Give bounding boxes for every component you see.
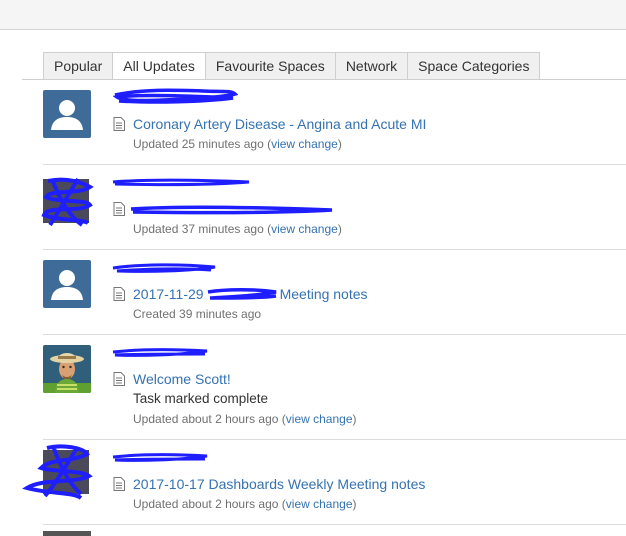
tab-space-categories[interactable]: Space Categories — [407, 52, 541, 80]
page-title[interactable]: 2017-10-17 Dashboards Weekly Meeting not… — [133, 476, 425, 492]
page-link[interactable]: Welcome Scott! — [113, 369, 231, 389]
page-title[interactable]: Coronary Artery Disease - Angina and Acu… — [133, 116, 426, 132]
page-title[interactable]: Welcome Scott! — [133, 371, 231, 387]
update-meta: Updated 37 minutes ago (view change) — [133, 222, 342, 236]
tab-network[interactable]: Network — [334, 52, 408, 80]
redacted-author-name — [112, 348, 208, 357]
page-icon — [113, 477, 125, 491]
task-status: Task marked complete — [133, 391, 269, 406]
redacted-avatar[interactable] — [38, 175, 94, 227]
page-icon — [113, 372, 125, 386]
update-meta: Updated 25 minutes ago (view change) — [133, 137, 342, 151]
page-link[interactable] — [113, 199, 334, 219]
view-change-link[interactable]: view change — [271, 222, 338, 236]
redacted-author-name — [112, 263, 216, 273]
page-title-start[interactable]: 2017-11-29 — [133, 286, 204, 302]
tab-divider — [22, 79, 626, 80]
page-icon — [113, 287, 125, 301]
hat-man-avatar[interactable] — [43, 345, 91, 393]
next-avatar-partial — [43, 531, 91, 536]
page-icon — [113, 202, 125, 216]
redacted-author-name — [112, 178, 250, 187]
tab-favourite-spaces[interactable]: Favourite Spaces — [204, 52, 335, 80]
feed-divider — [43, 164, 626, 165]
view-change-link[interactable]: view change — [286, 412, 353, 426]
redacted-avatar[interactable] — [22, 442, 103, 502]
redacted-page-title — [130, 205, 333, 215]
feed-divider — [43, 439, 626, 440]
redacted-author-name — [112, 453, 208, 462]
feed-divider — [43, 249, 626, 250]
tab-popular[interactable]: Popular — [43, 52, 113, 80]
page-link[interactable]: 2017-10-17 Dashboards Weekly Meeting not… — [113, 474, 425, 494]
update-meta: Updated about 2 hours ago (view change) — [133, 497, 357, 511]
redacted-author-name — [113, 88, 238, 104]
page-link[interactable]: Coronary Artery Disease - Angina and Acu… — [113, 114, 426, 134]
view-change-link[interactable]: view change — [271, 137, 338, 151]
tab-all-updates[interactable]: All Updates — [112, 52, 205, 80]
view-change-link[interactable]: view change — [286, 497, 353, 511]
page-icon — [113, 117, 125, 131]
default-user-icon[interactable] — [43, 90, 91, 138]
page-link[interactable]: 2017-11-29 Meeting notes — [113, 284, 368, 304]
update-meta: Updated about 2 hours ago (view change) — [133, 412, 357, 426]
tab-bar: Popular All Updates Favourite Spaces Net… — [43, 52, 541, 80]
feed-divider — [43, 524, 626, 525]
page-title-end[interactable]: Meeting notes — [280, 286, 368, 302]
update-meta: Created 39 minutes ago — [133, 307, 262, 321]
feed-divider — [43, 334, 626, 335]
redacted-page-title — [207, 288, 276, 300]
top-bar — [0, 0, 626, 30]
default-user-icon[interactable] — [43, 260, 91, 308]
